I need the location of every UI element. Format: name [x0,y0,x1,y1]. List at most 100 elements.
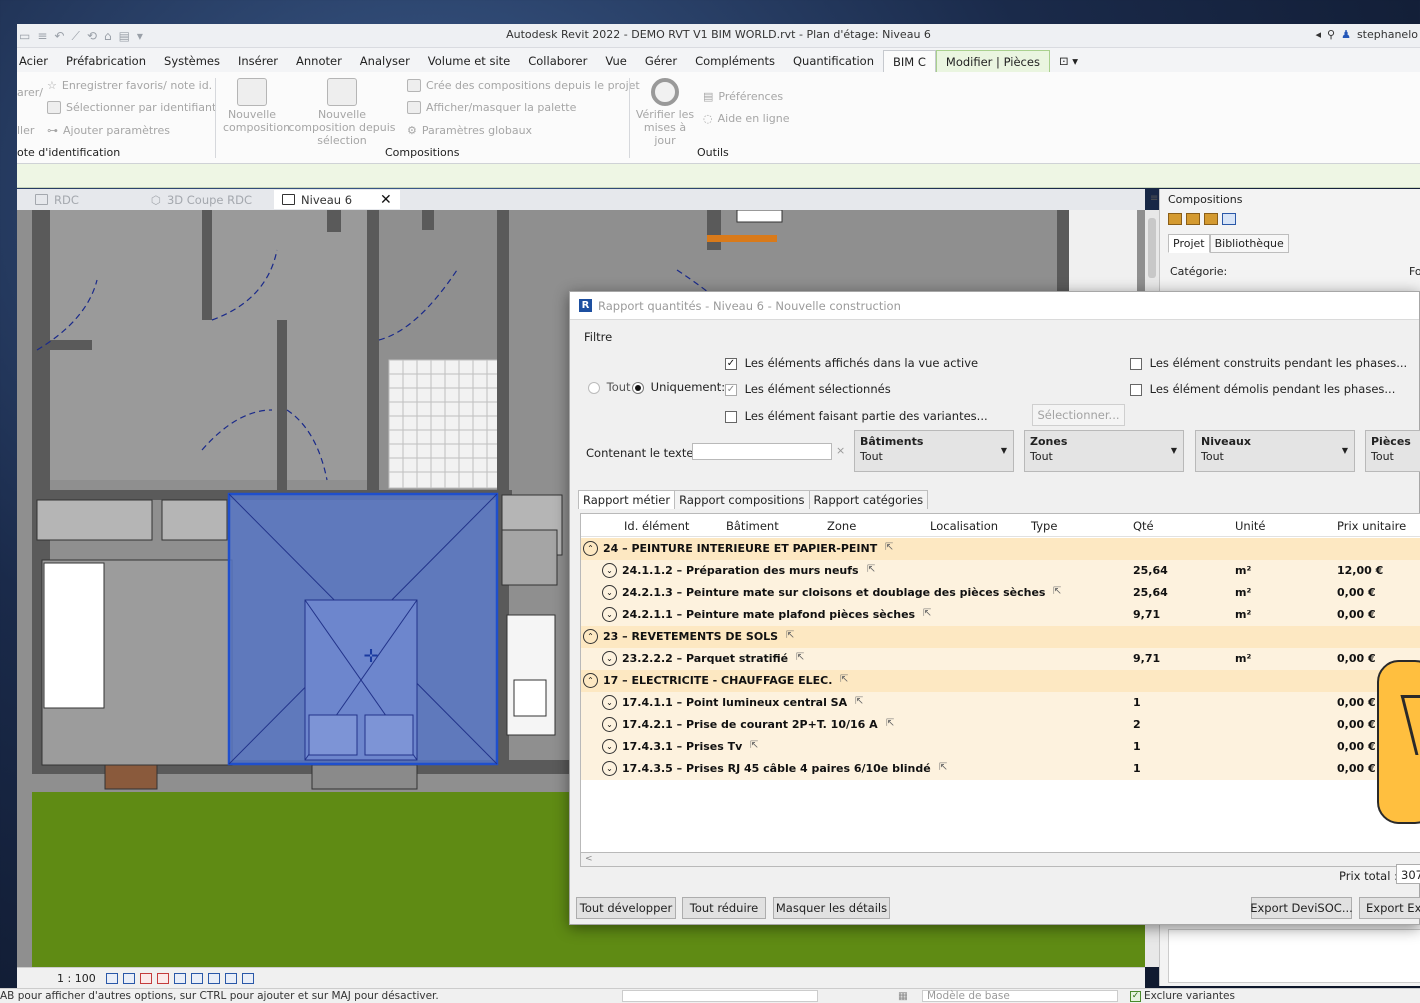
scale-label[interactable]: 1 : 100 [57,972,96,985]
close-view-icon[interactable]: ✕ [380,192,392,208]
column-header[interactable]: Type [1031,519,1057,533]
ribbon-tab-acier[interactable]: Acier [17,50,57,72]
ribbon-tab-complements[interactable]: Compléments [686,50,784,72]
palette-tab-project[interactable]: Projet [1168,234,1210,253]
ribbon-tab-systemes[interactable]: Systèmes [155,50,229,72]
ribbon-tab-collaborer[interactable]: Collaborer [519,50,596,72]
ribbon-tab-analyser[interactable]: Analyser [351,50,419,72]
select-pointer-icon[interactable]: ⇱ [855,696,863,707]
table-row[interactable]: ⌄ 24.2.1.1 – Peinture mate plafond pièces… [581,604,1420,626]
collapse-icon[interactable]: ⌃ [583,629,598,644]
check-updates-button[interactable]: Vérifier les mises à jour [635,78,695,147]
table-row[interactable]: ⌄ 17.4.3.5 – Prises RJ 45 câble 4 paires … [581,758,1420,780]
create-from-project-button[interactable]: Crée des compositions depuis le projet [407,79,640,92]
table-row[interactable]: ⌄ 23.2.2.2 – Parquet stratifié ⇱ 9,71 m² 0,00… [581,648,1420,670]
select-pointer-icon[interactable]: ⇱ [786,630,794,641]
show-crop-icon[interactable] [190,972,203,984]
select-by-id-button[interactable]: Sélectionner par identifiant [47,101,216,114]
export-excel-button[interactable]: Export Ex [1359,897,1420,919]
palette-menu-icon[interactable]: ≡ [1150,193,1158,204]
table-row[interactable]: ⌄ 17.4.3.1 – Prises Tv ⇱ 1 0,00 € [581,736,1420,758]
select-pointer-icon[interactable]: ⇱ [840,674,848,685]
binoculars-icon[interactable]: ⚲ [1327,28,1335,41]
report-grid[interactable]: Id. élément Bâtiment Zone Localisation T… [580,513,1420,853]
expand-icon[interactable]: ⌄ [602,739,617,754]
expand-icon[interactable]: ⌄ [602,695,617,710]
ribbon-tab-gerer[interactable]: Gérer [636,50,686,72]
expand-icon[interactable]: ⌄ [602,563,617,578]
select-pointer-icon[interactable]: ⇱ [796,652,804,663]
collapse-icon[interactable]: ⌃ [583,673,598,688]
ribbon-tab-inserer[interactable]: Insérer [229,50,287,72]
new-composition-from-selection-button[interactable]: Nouvelle composition depuis sélection [285,78,399,147]
ribbon-extra-dropdown-icon[interactable]: ⊡ ▾ [1050,50,1087,72]
contains-text-input[interactable] [692,443,832,460]
collapse-icon[interactable]: ⌃ [583,541,598,556]
option-built-phases[interactable]: Les élément construits pendant les phase… [1130,356,1407,370]
expand-icon[interactable]: ⌄ [602,717,617,732]
exclude-variants-toggle[interactable]: ✓ Exclure variantes [1130,990,1235,1002]
view-tab-rdc[interactable]: RDC [35,193,79,207]
horizontal-scrollbar[interactable]: < [580,853,1420,867]
radio-only[interactable]: Uniquement: [632,380,725,394]
selected-room[interactable]: ✛ [227,492,499,766]
rooms-combo[interactable]: Pièces Tout [1365,430,1420,472]
design-option-icon[interactable]: ▦ [898,990,908,1002]
preferences-button[interactable]: ▤ Préférences [703,90,783,103]
tab-rapport-metier[interactable]: Rapport métier [578,490,676,509]
levels-combo[interactable]: Niveaux Tout ▼ [1195,430,1355,472]
category-row[interactable]: ⌃ 24 – PEINTURE INTERIEURE ET PAPIER-PEIN… [581,538,1420,560]
column-header[interactable]: Bâtiment [726,519,779,533]
option-demolished-phases[interactable]: Les élément démolis pendant les phases..… [1130,382,1395,396]
column-header[interactable]: Zone [827,519,856,533]
global-params-button[interactable]: ⚙ Paramètres globaux [407,124,532,137]
expand-icon[interactable]: ⌄ [602,585,617,600]
workset-combo[interactable] [622,990,818,1002]
table-row[interactable]: ⌄ 17.4.1.1 – Point lumineux central SA ⇱ 1 0… [581,692,1420,714]
detail-level-icon[interactable] [105,972,118,984]
design-option-combo[interactable]: Modèle de base [922,990,1118,1002]
column-header[interactable]: Localisation [930,519,998,533]
user-icon[interactable]: ♟ [1341,28,1351,41]
composition-copy-icon[interactable] [1204,213,1218,225]
new-composition-button[interactable]: Nouvelle composition [223,78,290,134]
hide-details-button[interactable]: Masquer les détails [773,897,890,919]
crop-view-icon[interactable] [173,972,186,984]
ribbon-tab-volume-site[interactable]: Volume et site [419,50,519,72]
collapse-all-button[interactable]: Tout réduire [682,897,766,919]
scroll-left-icon[interactable]: < [585,854,593,864]
category-row[interactable]: ⌃ 17 – ELECTRICITE - CHAUFFAGE ELEC. ⇱ [581,670,1420,692]
user-name[interactable]: stephanelo [1357,28,1418,41]
buildings-combo[interactable]: Bâtiments Tout ▼ [854,430,1014,472]
option-variants[interactable]: Les élément faisant partie des variantes… [725,409,988,423]
reveal-hidden-icon[interactable] [224,972,237,984]
expand-all-button[interactable]: Tout développer [576,897,676,919]
tab-rapport-categories[interactable]: Rapport catégories [808,490,929,509]
ribbon-tab-vue[interactable]: Vue [596,50,635,72]
ribbon-tab-prefabrication[interactable]: Préfabrication [57,50,155,72]
online-help-button[interactable]: ◌ Aide en ligne [703,112,790,125]
expand-icon[interactable]: ⌄ [602,607,617,622]
table-row[interactable]: ⌄ 17.4.2.1 – Prise de courant 2P+T. 10/16… [581,714,1420,736]
add-params-button[interactable]: ⊶ Ajouter paramètres [47,124,170,137]
ribbon-tab-annoter[interactable]: Annoter [287,50,351,72]
category-row[interactable]: ⌃ 23 – REVETEMENTS DE SOLS ⇱ [581,626,1420,648]
table-row[interactable]: ⌄ 24.2.1.3 – Peinture mate sur cloisons e… [581,582,1420,604]
save-favorites-button[interactable]: ☆ Enregistrer favoris/ note id. [47,79,212,92]
select-pointer-icon[interactable]: ⇱ [1053,586,1061,597]
view-tab-niveau-6[interactable]: Niveau 6 ✕ [274,190,400,209]
shadows-icon[interactable] [156,972,169,984]
column-header[interactable]: Unité [1235,519,1266,533]
palette-tab-library[interactable]: Bibliothèque [1209,234,1289,253]
ribbon-tab-quantification[interactable]: Quantification [784,50,883,72]
column-header[interactable]: Qté [1133,519,1154,533]
select-pointer-icon[interactable]: ⇱ [885,542,893,553]
table-row[interactable]: ⌄ 24.1.1.2 – Préparation des murs neufs ⇱ 2… [581,560,1420,582]
option-visible-in-view[interactable]: ✓ Les éléments affichés dans la vue acti… [725,356,978,370]
radio-all[interactable]: Tout [588,380,631,394]
ribbon-tab-bim-c[interactable]: BIM C [883,50,936,72]
expand-icon[interactable]: ⌄ [602,761,617,776]
select-pointer-icon[interactable]: ⇱ [923,608,931,619]
tab-rapport-compositions[interactable]: Rapport compositions [674,490,810,509]
dialog-title-bar[interactable]: R Rapport quantités - Niveau 6 - Nouvell… [570,292,1419,320]
